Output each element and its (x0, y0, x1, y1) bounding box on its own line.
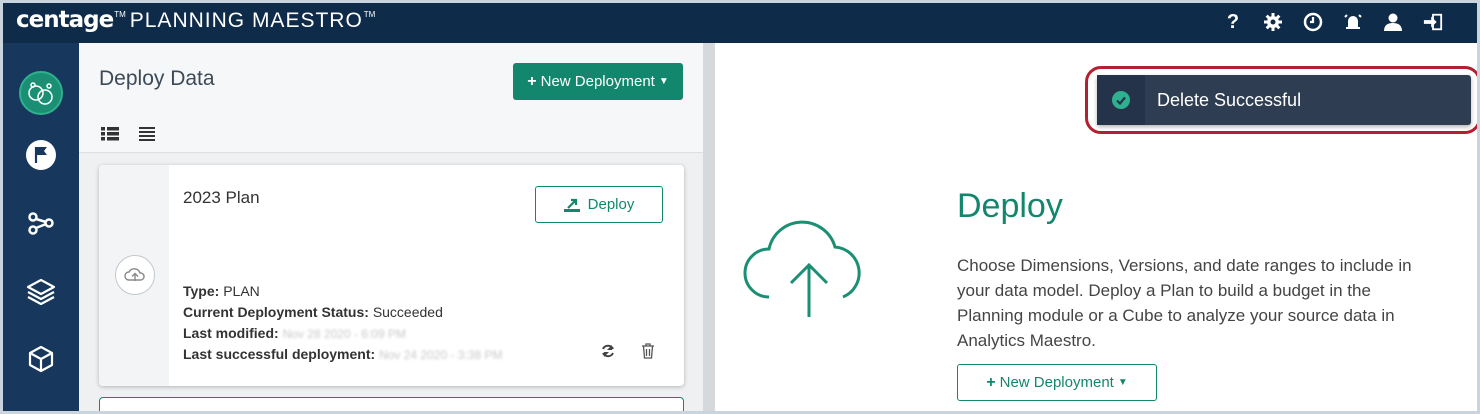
trash-icon[interactable] (641, 343, 657, 359)
app-frame: centage TM PLANNING MAESTRO TM ? Deploy … (0, 0, 1480, 414)
meta-last-success: Last successful deployment: Nov 24 2020 … (183, 346, 502, 362)
status-value: Succeeded (372, 304, 443, 320)
deploy-list-panel: Deploy Data + New Deployment ▼ 2023 Plan (79, 43, 703, 411)
gear-icon[interactable] (1263, 10, 1283, 34)
app-logo-badge (19, 71, 63, 115)
meta-status: Current Deployment Status: Succeeded (183, 304, 443, 320)
brand-trademark: TM (114, 10, 126, 19)
flag-icon[interactable] (3, 135, 79, 175)
modified-label: Last modified: (183, 325, 279, 341)
plus-icon: + (527, 72, 537, 90)
top-icon-group: ? (1223, 10, 1443, 34)
success-value: Nov 24 2020 - 3:38 PM (379, 348, 503, 362)
check-circle-icon (1112, 91, 1130, 109)
cloud-upload-icon (115, 255, 155, 295)
new-deployment-outline-button[interactable]: + New Deployment ▼ (957, 364, 1157, 401)
alarm-icon[interactable] (1343, 10, 1363, 34)
deploy-label: Deploy (587, 196, 635, 213)
modified-value: Nov 28 2020 - 6:09 PM (282, 327, 406, 341)
type-label: Type: (183, 283, 220, 299)
left-rail (3, 43, 79, 411)
caret-down-icon: ▼ (658, 76, 669, 87)
clock-icon[interactable] (1303, 10, 1323, 34)
type-value: PLAN (223, 283, 260, 299)
toast-notification[interactable]: Delete Successful (1097, 75, 1471, 125)
sign-out-icon[interactable] (1423, 10, 1443, 34)
share-nodes-icon[interactable] (3, 203, 79, 243)
card-side (99, 165, 169, 386)
toast-icon-area (1097, 75, 1145, 125)
help-glyph: ? (1226, 10, 1240, 33)
meta-type: Type: PLAN (183, 283, 260, 299)
panel-header: Deploy Data + New Deployment ▼ (79, 43, 703, 153)
refresh-icon[interactable] (600, 343, 616, 359)
cloud-upload-large-icon (743, 220, 861, 317)
new-deployment-outline-label: New Deployment (999, 374, 1114, 391)
app-logo[interactable] (3, 71, 79, 115)
card-title: 2023 Plan (183, 188, 260, 207)
deploy-button[interactable]: Deploy (535, 186, 663, 223)
new-deployment-label: New Deployment (540, 73, 655, 90)
user-icon[interactable] (1383, 10, 1403, 34)
list-view-icon[interactable] (101, 127, 121, 143)
layers-icon[interactable] (3, 271, 79, 311)
page-title: Deploy Data (99, 67, 215, 90)
meta-modified: Last modified: Nov 28 2020 - 6:09 PM (183, 325, 406, 341)
brand-logo[interactable]: centage TM PLANNING MAESTRO TM (16, 7, 375, 33)
deploy-icon (563, 198, 580, 212)
panel-splitter[interactable] (703, 43, 715, 411)
toast-message: Delete Successful (1157, 90, 1302, 110)
deployment-card[interactable]: 2023 Plan Deploy Type: PLAN Current Depl… (99, 165, 684, 386)
product-name: PLANNING MAESTRO (129, 9, 363, 32)
caret-down-icon: ▼ (1117, 377, 1128, 388)
help-icon[interactable]: ? (1223, 10, 1243, 34)
success-label: Last successful deployment: (183, 346, 376, 362)
brand-name: centage (16, 7, 114, 33)
plus-icon: + (986, 373, 996, 391)
cube-icon[interactable] (3, 339, 79, 379)
new-deployment-button[interactable]: + New Deployment ▼ (513, 63, 683, 100)
compact-view-icon[interactable] (139, 127, 159, 143)
top-bar: centage TM PLANNING MAESTRO TM ? (3, 3, 1477, 43)
deploy-heading: Deploy (957, 187, 1063, 225)
deployment-card-2[interactable] (99, 397, 684, 411)
status-label: Current Deployment Status: (183, 304, 369, 320)
product-trademark: TM (363, 10, 376, 19)
deploy-description: Choose Dimensions, Versions, and date ra… (957, 256, 1412, 350)
